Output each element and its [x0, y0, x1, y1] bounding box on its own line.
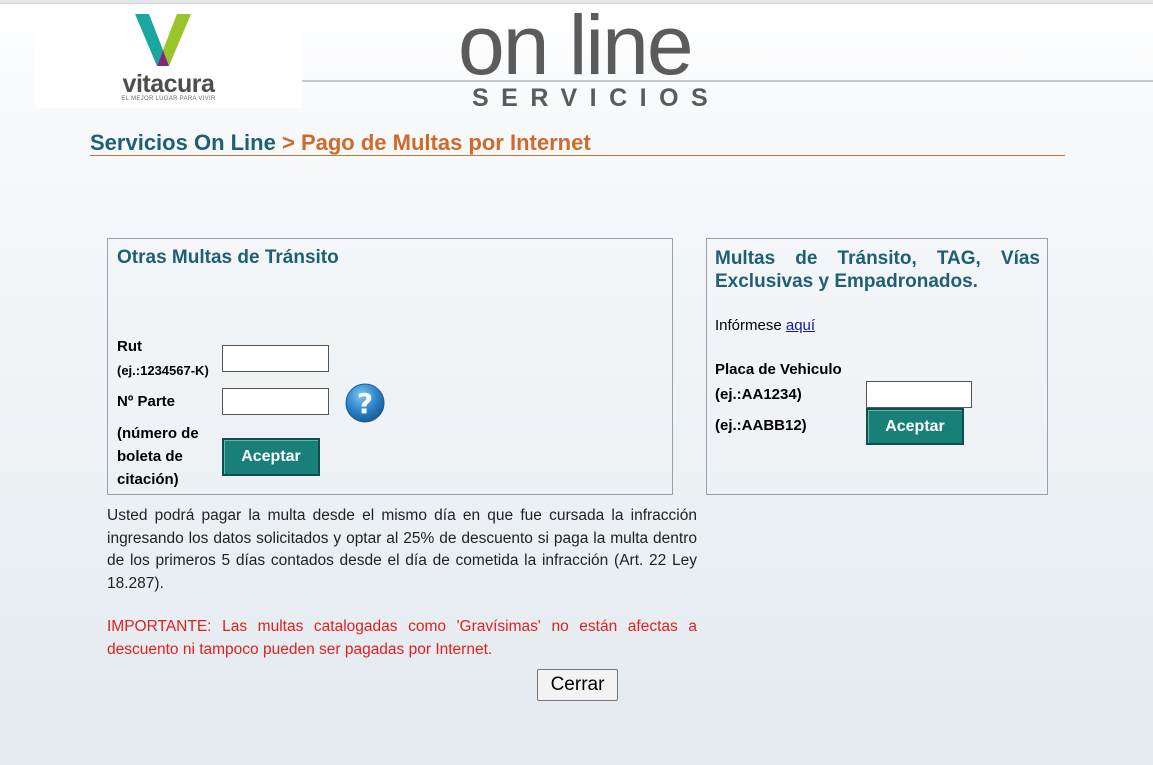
servicios-subtitle: SERVICIOS: [472, 84, 721, 112]
placa-label: Placa de Vehiculo: [715, 361, 842, 378]
informese-link[interactable]: aquí: [786, 317, 815, 334]
otras-multas-aceptar-button[interactable]: Aceptar: [222, 438, 320, 476]
vitacura-logo: vitacura EL MEJOR LUGAR PARA VIVIR: [35, 6, 302, 108]
otras-multas-title: Otras Multas de Tránsito: [117, 247, 339, 268]
rut-example: (ej.:1234567-K): [117, 363, 209, 378]
parte-note-1: (número de: [117, 425, 199, 442]
breadcrumb-home[interactable]: Servicios On Line: [90, 130, 276, 155]
svg-text:?: ?: [357, 387, 373, 420]
informese-text: Infórmese aquí: [715, 317, 815, 334]
logo-tagline: EL MEJOR LUGAR PARA VIVIR: [121, 96, 216, 102]
rut-input[interactable]: [222, 345, 329, 372]
placa-aceptar-button[interactable]: Aceptar: [866, 408, 964, 445]
parte-input[interactable]: [222, 388, 329, 415]
placa-example-1: (ej.:AA1234): [715, 386, 802, 403]
parte-note-3: citación): [117, 471, 179, 488]
rut-label: Rut: [117, 338, 142, 355]
breadcrumb: Servicios On Line > Pago de Multas por I…: [90, 130, 1065, 156]
placa-input[interactable]: [866, 381, 972, 408]
parte-label: Nº Parte: [117, 393, 176, 410]
informese-prefix: Infórmese: [715, 317, 782, 334]
help-icon[interactable]: ?: [345, 383, 385, 423]
logo-text: vitacura: [122, 70, 215, 98]
online-title: on line: [458, 0, 694, 92]
breadcrumb-separator: >: [281, 130, 295, 155]
multas-tag-title: Multas de Tránsito, TAG, Vías Exclusivas…: [715, 248, 1040, 292]
descuento-info: Usted podrá pagar la multa desde el mism…: [107, 507, 697, 592]
cerrar-button[interactable]: Cerrar: [537, 669, 618, 701]
vitacura-logo-icon: [135, 14, 191, 66]
breadcrumb-current: Pago de Multas por Internet: [300, 130, 591, 155]
parte-note-2: boleta de: [117, 448, 183, 465]
otras-multas-panel: Otras Multas de Tránsito Rut (ej.:123456…: [107, 238, 673, 495]
importante-warning: IMPORTANTE: Las multas catalogadas como …: [107, 618, 697, 658]
placa-example-2: (ej.:AABB12): [715, 417, 807, 434]
multas-tag-panel: Multas de Tránsito, TAG, Vías Exclusivas…: [706, 238, 1048, 495]
